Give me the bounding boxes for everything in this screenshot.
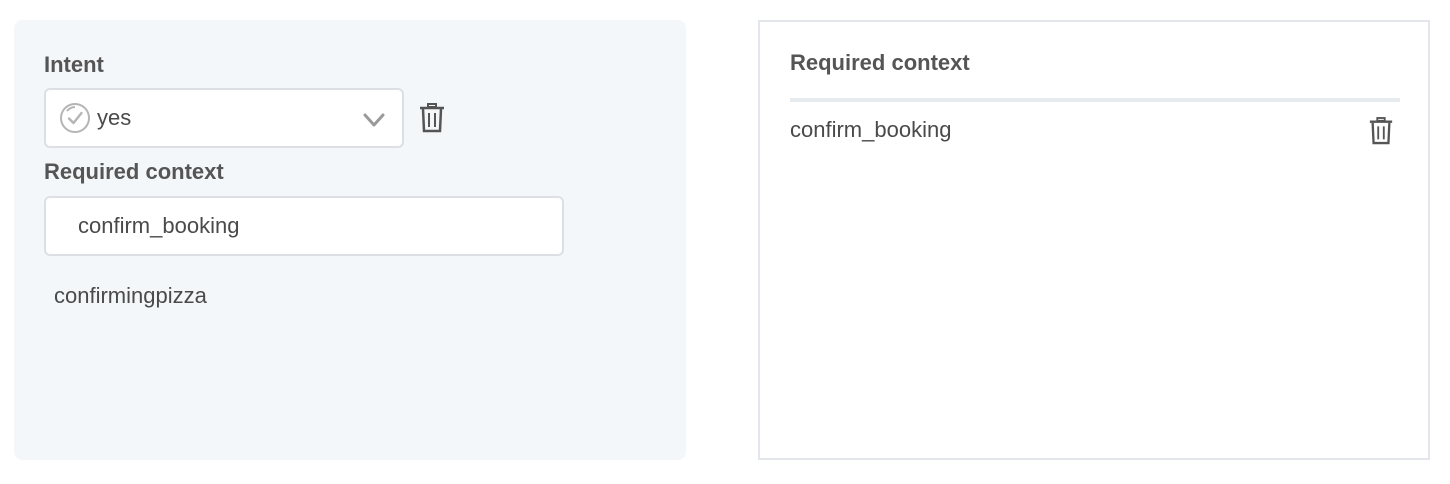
intent-editor-panel: Intent yes Required context confirmingpi… xyxy=(14,20,686,460)
intent-label: Intent xyxy=(44,52,104,77)
check-circle-icon xyxy=(59,102,91,134)
trash-icon xyxy=(420,103,444,133)
required-context-panel: Required context confirm_booking xyxy=(758,20,1430,460)
required-context-title: Required context xyxy=(790,50,970,75)
context-suggestion[interactable]: confirmingpizza xyxy=(54,283,207,309)
trash-icon xyxy=(1369,117,1393,145)
intent-select[interactable]: yes xyxy=(44,88,404,148)
chevron-down-icon xyxy=(362,108,386,132)
delete-intent-button[interactable] xyxy=(418,102,446,134)
delete-context-button[interactable] xyxy=(1368,116,1394,146)
required-context-input[interactable] xyxy=(44,196,564,256)
required-context-label: Required context xyxy=(44,159,224,184)
context-list-item: confirm_booking xyxy=(790,117,952,142)
intent-select-value: yes xyxy=(97,105,132,130)
divider xyxy=(790,98,1400,102)
